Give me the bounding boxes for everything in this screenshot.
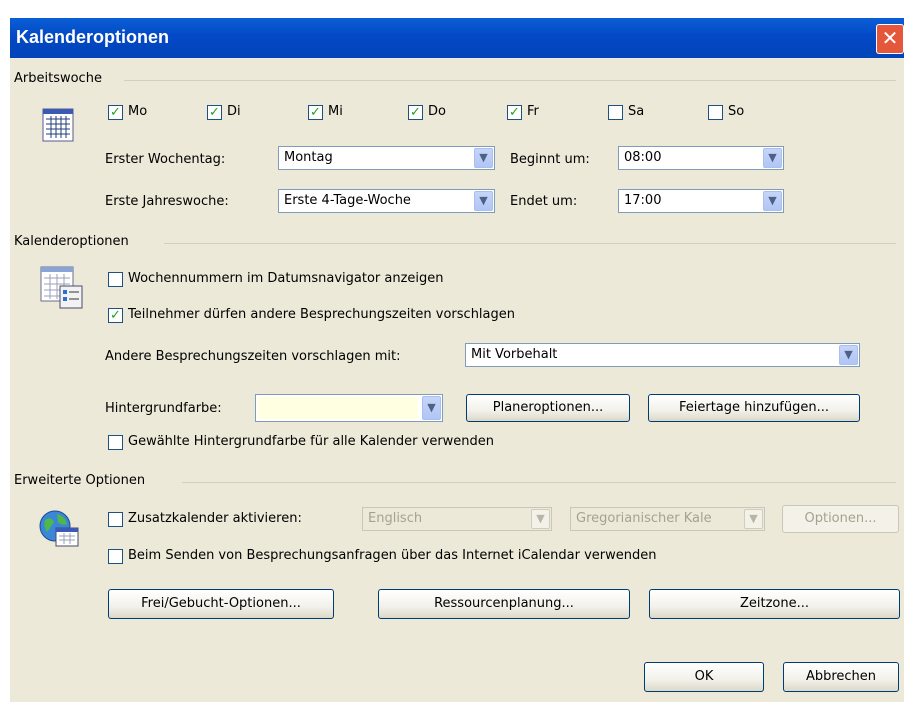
group-divider bbox=[164, 243, 896, 244]
dialog-title: Kalenderoptionen bbox=[16, 27, 170, 47]
first-weekday-value: Montag bbox=[284, 150, 333, 165]
group-title-arbeitswoche: Arbeitswoche bbox=[14, 71, 108, 86]
use-color-all-label: Gewählte Hintergrundfarbe für alle Kalen… bbox=[128, 434, 495, 449]
calendar-grid-icon bbox=[42, 108, 76, 142]
end-time-value: 17:00 bbox=[624, 193, 662, 208]
propose-with-label: Andere Besprechungszeiten vorschlagen mi… bbox=[105, 349, 401, 364]
chevron-down-icon[interactable]: ▼ bbox=[763, 148, 782, 168]
language-dropdown[interactable]: Englisch ▼ bbox=[362, 507, 552, 531]
first-week-label: Erste Jahreswoche: bbox=[105, 194, 229, 209]
checkbox-day-sa[interactable] bbox=[608, 105, 623, 120]
first-weekday-dropdown[interactable]: Montag ▼ bbox=[278, 146, 495, 170]
chevron-down-icon[interactable]: ▼ bbox=[744, 509, 763, 529]
icalendar-label: Beim Senden von Besprechungsanfragen übe… bbox=[128, 548, 657, 563]
start-time-dropdown[interactable]: 08:00 ▼ bbox=[618, 146, 784, 170]
calendar-options-icon bbox=[40, 266, 84, 310]
first-weekday-label: Erster Wochentag: bbox=[105, 152, 226, 167]
group-erweiterte-optionen: Erweiterte Optionen bbox=[14, 473, 896, 489]
chevron-down-icon[interactable]: ▼ bbox=[763, 191, 782, 211]
start-time-value: 08:00 bbox=[624, 150, 662, 165]
planner-options-button[interactable]: Planeroptionen... bbox=[466, 394, 630, 422]
timezone-button[interactable]: Zeitzone... bbox=[649, 589, 900, 619]
background-color-label: Hintergrundfarbe: bbox=[105, 401, 222, 416]
end-time-dropdown[interactable]: 17:00 ▼ bbox=[618, 189, 784, 213]
language-value: Englisch bbox=[368, 511, 423, 526]
day-label-sa: Sa bbox=[628, 104, 645, 119]
day-label-mo: Mo bbox=[128, 104, 148, 119]
alt-calendar-label: Zusatzkalender aktivieren: bbox=[128, 511, 302, 526]
chevron-down-icon[interactable]: ▼ bbox=[422, 396, 441, 420]
group-divider bbox=[182, 482, 896, 483]
group-divider bbox=[124, 80, 896, 81]
first-week-value: Erste 4-Tage-Woche bbox=[284, 193, 411, 208]
checkbox-day-di[interactable]: ✓ bbox=[207, 105, 222, 120]
calendar-type-dropdown[interactable]: Gregorianischer Kale ▼ bbox=[570, 507, 765, 531]
group-arbeitswoche: Arbeitswoche bbox=[14, 71, 896, 87]
day-label-so: So bbox=[728, 104, 745, 119]
background-color-dropdown[interactable]: ▼ bbox=[255, 394, 443, 422]
week-numbers-label: Wochennummern im Datumsnavigator anzeige… bbox=[128, 271, 444, 286]
calendar-type-value: Gregorianischer Kale bbox=[576, 511, 712, 526]
calendar-options-dialog: Kalenderoptionen ✕ Arbeitswoche ✓ Mo ✓ D… bbox=[10, 18, 904, 702]
checkbox-day-so[interactable] bbox=[708, 105, 723, 120]
checkbox-day-mi[interactable]: ✓ bbox=[308, 105, 323, 120]
attendees-propose-label: Teilnehmer dürfen andere Besprechungszei… bbox=[128, 307, 516, 322]
checkbox-day-fr[interactable]: ✓ bbox=[507, 105, 522, 120]
checkbox-icalendar[interactable] bbox=[108, 549, 123, 564]
checkbox-day-mo[interactable]: ✓ bbox=[108, 105, 123, 120]
propose-with-dropdown[interactable]: Mit Vorbehalt ▼ bbox=[465, 343, 860, 367]
checkbox-day-do[interactable]: ✓ bbox=[408, 105, 423, 120]
globe-calendar-icon bbox=[38, 506, 82, 550]
color-swatch bbox=[258, 397, 418, 419]
checkbox-alt-calendar[interactable] bbox=[108, 512, 123, 527]
add-holidays-button[interactable]: Feiertage hinzufügen... bbox=[648, 394, 860, 422]
first-week-dropdown[interactable]: Erste 4-Tage-Woche ▼ bbox=[278, 189, 495, 213]
propose-with-value: Mit Vorbehalt bbox=[471, 347, 558, 362]
start-time-label: Beginnt um: bbox=[510, 152, 590, 167]
checkbox-attendees-propose[interactable]: ✓ bbox=[108, 308, 123, 323]
ok-button[interactable]: OK bbox=[644, 662, 764, 692]
group-kalenderoptionen: Kalenderoptionen bbox=[14, 234, 896, 250]
chevron-down-icon[interactable]: ▼ bbox=[474, 148, 493, 168]
day-label-mi: Mi bbox=[328, 104, 343, 119]
day-label-fr: Fr bbox=[527, 104, 539, 119]
day-label-do: Do bbox=[428, 104, 446, 119]
cancel-button[interactable]: Abbrechen bbox=[783, 662, 899, 692]
checkbox-week-numbers[interactable] bbox=[108, 272, 123, 287]
resource-planning-button[interactable]: Ressourcenplanung... bbox=[378, 589, 630, 619]
title-bar[interactable]: Kalenderoptionen ✕ bbox=[10, 18, 904, 58]
end-time-label: Endet um: bbox=[510, 194, 578, 209]
group-title-erweitert: Erweiterte Optionen bbox=[14, 473, 152, 488]
group-title-kalenderoptionen: Kalenderoptionen bbox=[14, 234, 135, 249]
day-label-di: Di bbox=[227, 104, 241, 119]
free-busy-options-button[interactable]: Frei/Gebucht-Optionen... bbox=[108, 589, 334, 619]
checkbox-use-color-all[interactable] bbox=[108, 435, 123, 450]
alt-calendar-options-button[interactable]: Optionen... bbox=[782, 505, 899, 533]
chevron-down-icon[interactable]: ▼ bbox=[839, 345, 858, 365]
chevron-down-icon[interactable]: ▼ bbox=[474, 191, 493, 211]
chevron-down-icon[interactable]: ▼ bbox=[531, 509, 550, 529]
close-button[interactable]: ✕ bbox=[876, 24, 904, 54]
